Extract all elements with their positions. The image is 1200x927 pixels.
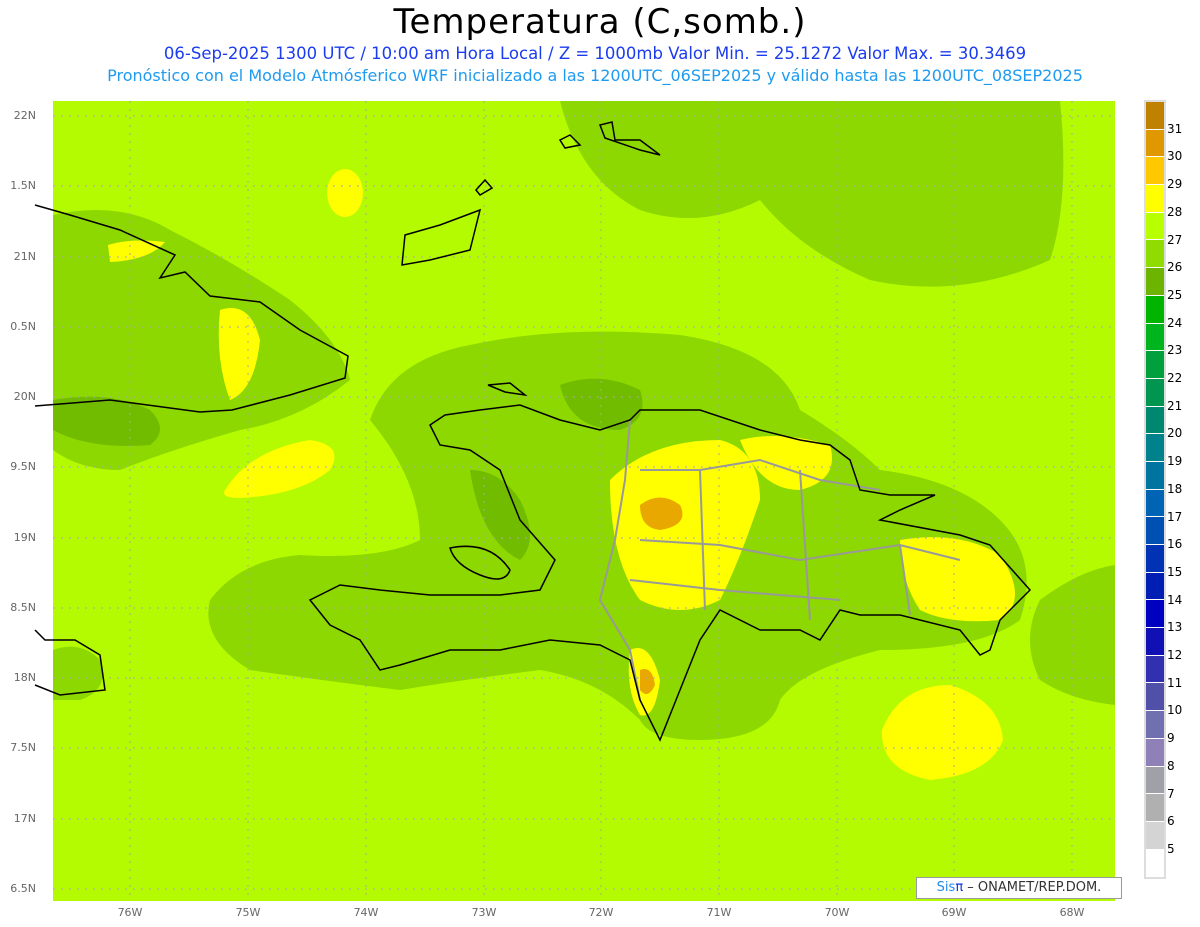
lat-tick: 0.5N: [10, 320, 36, 333]
legend-label: 22: [1167, 371, 1183, 385]
legend-label: 27: [1167, 232, 1183, 247]
lat-tick: 22N: [13, 109, 36, 122]
legend-label: 15: [1167, 564, 1183, 579]
onamet-credit: Sisπ – ONAMET/REP.DOM.: [916, 877, 1122, 899]
legend-label: 26: [1167, 260, 1183, 275]
legend-swatch: [1146, 766, 1164, 795]
legend-label: 28: [1167, 204, 1183, 219]
legend-swatch: [1146, 157, 1164, 186]
legend-label: 31: [1167, 121, 1183, 136]
legend-swatch: [1146, 821, 1164, 850]
legend-label: 25: [1167, 287, 1183, 302]
legend-label: 16: [1167, 537, 1183, 552]
logo-sis: Sis: [936, 880, 956, 895]
legend-swatch: [1146, 711, 1164, 739]
logo-pi: π: [955, 880, 964, 895]
legend-swatch: [1146, 406, 1164, 435]
lat-tick: 17N: [13, 812, 36, 825]
legend-swatch: [1146, 738, 1164, 767]
lon-tick: 75W: [235, 906, 261, 919]
legend-swatch: [1146, 849, 1164, 878]
lon-tick: 72W: [588, 906, 614, 919]
lon-tick: 69W: [941, 906, 967, 919]
legend-swatch: [1146, 655, 1164, 684]
legend-swatch: [1146, 129, 1164, 158]
legend-label: 7: [1167, 786, 1175, 801]
lon-tick: 68W: [1059, 906, 1085, 919]
legend-swatch: [1146, 517, 1164, 545]
legend-swatch: [1146, 351, 1164, 379]
legend-label: 24: [1167, 315, 1183, 330]
legend-swatch: [1146, 102, 1164, 130]
logo-text: – ONAMET/REP.DOM.: [967, 880, 1102, 895]
lat-tick: 9.5N: [10, 460, 36, 473]
lat-tick: 8.5N: [10, 601, 36, 614]
lon-tick: 73W: [471, 906, 497, 919]
legend-swatch: [1146, 434, 1164, 462]
legend-label: 13: [1167, 620, 1183, 635]
lat-tick: 6.5N: [10, 882, 36, 895]
legend-swatch: [1146, 683, 1164, 712]
lat-tick: 18N: [13, 671, 36, 684]
legend-label: 6: [1167, 814, 1175, 829]
legend-label: 11: [1167, 675, 1183, 690]
legend-swatch: [1146, 461, 1164, 490]
lat-tick: 21N: [13, 250, 36, 263]
legend-swatch: [1146, 628, 1164, 656]
legend-label: 5: [1167, 841, 1175, 856]
legend-swatch: [1146, 600, 1164, 629]
legend-label: 17: [1167, 509, 1183, 524]
legend-label: 21: [1167, 398, 1183, 413]
legend-swatch: [1146, 185, 1164, 213]
legend-label: 19: [1167, 454, 1183, 469]
legend-label: 9: [1167, 731, 1175, 746]
legend-swatch: [1146, 794, 1164, 822]
legend-swatch: [1146, 295, 1164, 324]
legend-swatch: [1146, 545, 1164, 573]
lon-tick: 74W: [353, 906, 379, 919]
lon-tick: 76W: [117, 906, 143, 919]
legend-label: 14: [1167, 592, 1183, 607]
legend-swatch: [1146, 572, 1164, 601]
legend-label: 8: [1167, 758, 1175, 773]
color-legend-bar: [1144, 100, 1166, 880]
legend-swatch: [1146, 268, 1164, 296]
legend-label: 10: [1167, 703, 1183, 718]
lon-tick: 71W: [706, 906, 732, 919]
legend-swatch: [1146, 240, 1164, 269]
lat-tick: 20N: [13, 390, 36, 403]
legend-label: 18: [1167, 481, 1183, 496]
legend-label: 23: [1167, 343, 1183, 358]
legend-label: 29: [1167, 177, 1183, 192]
legend-label: 20: [1167, 426, 1183, 441]
temperature-map: [34, 101, 1115, 901]
legend-label: 12: [1167, 648, 1183, 662]
legend-swatch: [1146, 212, 1164, 241]
lon-tick: 70W: [824, 906, 850, 919]
legend-swatch: [1146, 489, 1164, 518]
legend-label: 30: [1167, 149, 1183, 164]
lat-tick: 19N: [13, 531, 36, 544]
lat-tick: 7.5N: [10, 741, 36, 754]
legend-swatch: [1146, 323, 1164, 352]
lat-tick: 1.5N: [10, 179, 36, 192]
legend-swatch: [1146, 378, 1164, 407]
